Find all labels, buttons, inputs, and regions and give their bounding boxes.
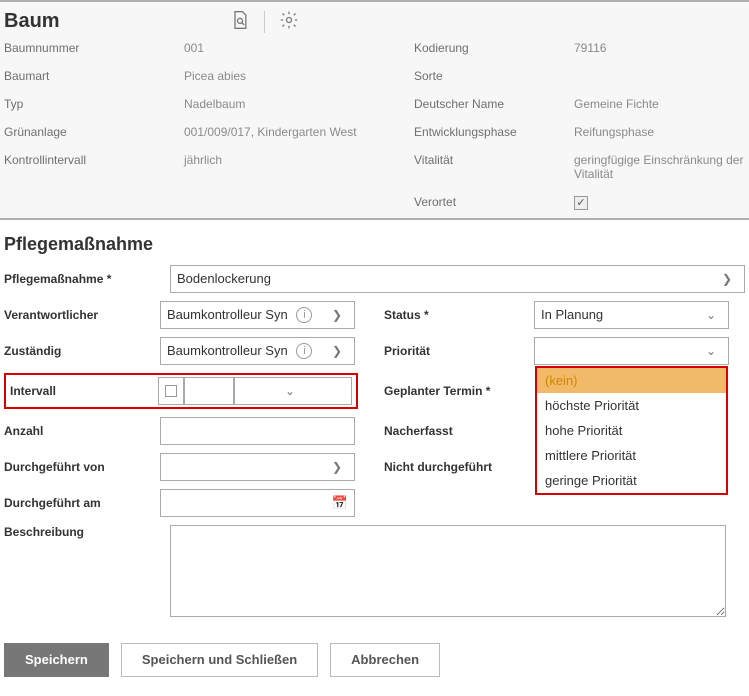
intervall-value-input[interactable] [184,377,234,405]
label-pflegemassnahme: Pflegemaßnahme * [4,272,160,286]
label-baumart: Baumart [4,69,184,83]
intervall-field-group: ⌄ [158,377,352,405]
label-prioritaet: Priorität [384,344,534,358]
intervall-checkbox[interactable] [158,377,184,405]
zustaendig-picker[interactable]: Baumkontrolleur SynerGIS i ❯ [160,337,355,365]
label-sorte: Sorte [414,69,574,83]
label-vitalitaet: Vitalität [414,153,574,181]
label-typ: Typ [4,97,184,111]
label-status: Status * [384,308,534,322]
chevron-right-icon: ❯ [326,460,348,474]
priority-option[interactable]: hohe Priorität [537,418,726,443]
intervall-unit-select[interactable]: ⌄ [234,377,352,405]
value-entwicklungsphase: Reifungsphase [574,125,744,139]
chevron-down-icon: ⌄ [279,384,301,398]
status-select[interactable]: In Planung ⌄ [534,301,729,329]
label-baumnummer: Baumnummer [4,41,184,55]
beschreibung-textarea[interactable] [170,525,726,617]
maintenance-form: Pflegemaßnahme * Bodenlockerung ❯ Verant… [0,265,749,617]
tree-detail-panel: Baum Baumnummer 001 Kodierung 79116 Baum… [0,0,749,220]
value-kodierung: 79116 [574,41,744,55]
gear-icon[interactable] [279,10,299,33]
anzahl-input[interactable] [160,417,355,445]
label-intervall: Intervall [8,384,158,398]
priority-option[interactable]: geringe Priorität [537,468,726,493]
label-nicht-durchgefuehrt: Nicht durchgeführt [384,460,534,474]
priority-option[interactable]: (kein) [537,368,726,393]
label-gruenanlage: Grünanlage [4,125,184,139]
durchgefuehrt-von-picker[interactable]: ❯ [160,453,355,481]
chevron-down-icon: ⌄ [700,308,722,322]
label-kodierung: Kodierung [414,41,574,55]
info-icon[interactable]: i [296,307,312,323]
save-button[interactable]: Speichern [4,643,109,677]
prioritaet-dropdown-list: (kein) höchste Priorität hohe Priorität … [535,366,728,495]
label-entwicklungsphase: Entwicklungsphase [414,125,574,139]
pflegemassnahme-select[interactable]: Bodenlockerung ❯ [170,265,745,293]
value-kontrollintervall: jährlich [184,153,414,181]
label-deutscher-name: Deutscher Name [414,97,574,111]
value-sorte [574,69,744,83]
value-deutscher-name: Gemeine Fichte [574,97,744,111]
label-anzahl: Anzahl [4,424,160,438]
value-verortet [574,195,744,210]
label-beschreibung: Beschreibung [4,525,160,539]
panel-title: Baum [4,10,60,33]
document-search-icon[interactable] [230,10,250,33]
label-durchgefuehrt-von: Durchgeführt von [4,460,160,474]
durchgefuehrt-am-datepicker[interactable]: 📅 [160,489,355,517]
chevron-right-icon: ❯ [716,272,738,286]
value-vitalitaet: geringfügige Einschränkung der Vitalität [574,153,744,181]
value-baumart: Picea abies [184,69,414,83]
value-baumnummer: 001 [184,41,414,55]
verortet-checkbox [574,196,588,210]
calendar-icon[interactable]: 📅 [332,495,348,511]
value-gruenanlage: 001/009/017, Kindergarten West [184,125,414,139]
cancel-button[interactable]: Abbrechen [330,643,440,677]
label-geplanter-termin: Geplanter Termin * [384,384,534,398]
label-verantwortlicher: Verantwortlicher [4,308,160,322]
info-icon[interactable]: i [296,343,312,359]
chevron-right-icon: ❯ [326,308,348,322]
save-close-button[interactable]: Speichern und Schließen [121,643,318,677]
label-zustaendig: Zuständig [4,344,160,358]
label-durchgefuehrt-am: Durchgeführt am [4,496,160,510]
label-nacherfasst: Nacherfasst [384,424,534,438]
section-title: Pflegemaßnahme [0,220,749,265]
chevron-right-icon: ❯ [326,344,348,358]
label-kontrollintervall: Kontrollintervall [4,153,184,181]
priority-option[interactable]: mittlere Priorität [537,443,726,468]
prioritaet-select[interactable]: ⌄ (kein) höchste Priorität hohe Prioritä… [534,337,729,365]
chevron-down-icon: ⌄ [700,344,722,358]
priority-option[interactable]: höchste Priorität [537,393,726,418]
verantwortlicher-picker[interactable]: Baumkontrolleur SynerGIS i ❯ [160,301,355,329]
value-typ: Nadelbaum [184,97,414,111]
action-buttons: Speichern Speichern und Schließen Abbrec… [0,625,749,687]
label-verortet: Verortet [414,195,574,210]
